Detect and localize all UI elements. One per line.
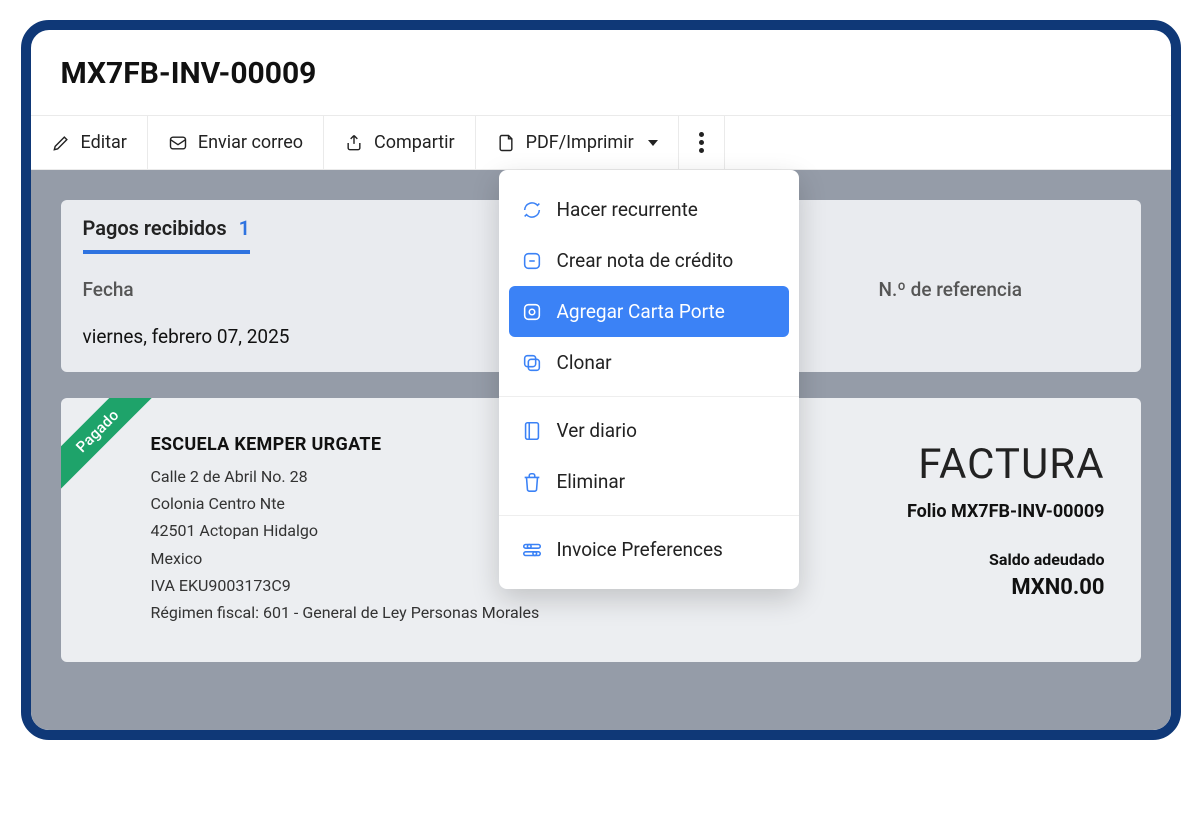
tab-payments-received[interactable]: Pagos recibidos 1 bbox=[83, 216, 251, 254]
pencil-icon bbox=[51, 133, 71, 153]
menu-separator bbox=[499, 396, 799, 397]
doc-type-label: FACTURA bbox=[907, 440, 1105, 489]
menu-create-credit-note[interactable]: Crear nota de crédito bbox=[499, 235, 799, 286]
chevron-down-icon bbox=[648, 140, 658, 146]
share-button[interactable]: Compartir bbox=[324, 116, 476, 169]
issuer-addr3: 42501 Actopan Hidalgo bbox=[151, 517, 540, 544]
refresh-icon bbox=[521, 199, 543, 221]
issuer-name: ESCUELA KEMPER URGATE bbox=[151, 434, 540, 455]
tab-label: Pagos recibidos bbox=[83, 216, 227, 240]
balance-value: MXN0.00 bbox=[907, 575, 1105, 600]
share-icon bbox=[344, 133, 364, 153]
menu-label: Crear nota de crédito bbox=[557, 249, 734, 272]
send-email-button[interactable]: Enviar correo bbox=[148, 116, 324, 169]
issuer-regimen: Régimen fiscal: 601 - General de Ley Per… bbox=[151, 599, 540, 626]
email-label: Enviar correo bbox=[198, 132, 303, 153]
menu-label: Invoice Preferences bbox=[557, 538, 723, 561]
invoice-meta: FACTURA Folio MX7FB-INV-00009 Saldo adeu… bbox=[907, 434, 1105, 626]
book-icon bbox=[521, 420, 543, 442]
copy-icon bbox=[521, 352, 543, 374]
edit-label: Editar bbox=[81, 132, 127, 153]
note-minus-icon bbox=[521, 250, 543, 272]
edit-button[interactable]: Editar bbox=[31, 116, 148, 169]
menu-invoice-preferences[interactable]: Invoice Preferences bbox=[499, 524, 799, 575]
trash-icon bbox=[521, 471, 543, 493]
toolbar: Editar Enviar correo Compartir PDF/Impri… bbox=[31, 116, 1171, 170]
menu-separator bbox=[499, 515, 799, 516]
menu-make-recurring[interactable]: Hacer recurrente bbox=[499, 184, 799, 235]
issuer-addr1: Calle 2 de Abril No. 28 bbox=[151, 463, 540, 490]
col-ref-header: N.º de referencia bbox=[879, 278, 1119, 301]
tab-count: 1 bbox=[239, 216, 250, 240]
issuer-addr4: Mexico bbox=[151, 545, 540, 572]
menu-label: Agregar Carta Porte bbox=[557, 300, 725, 323]
share-label: Compartir bbox=[374, 132, 455, 153]
folio-label: Folio MX7FB-INV-00009 bbox=[907, 501, 1105, 522]
mail-icon bbox=[168, 133, 188, 153]
content-area: Hacer recurrente Crear nota de crédito A… bbox=[31, 170, 1171, 730]
pdf-label: PDF/Imprimir bbox=[526, 132, 634, 153]
menu-delete[interactable]: Eliminar bbox=[499, 456, 799, 507]
issuer-addr2: Colonia Centro Nte bbox=[151, 490, 540, 517]
issuer-tax: IVA EKU9003173C9 bbox=[151, 572, 540, 599]
balance-label: Saldo adeudado bbox=[907, 550, 1105, 569]
sliders-icon bbox=[521, 539, 543, 561]
cell-date: viernes, febrero 07, 2025 bbox=[83, 325, 290, 348]
menu-label: Ver diario bbox=[557, 419, 637, 442]
menu-view-journal[interactable]: Ver diario bbox=[499, 405, 799, 456]
pdf-print-button[interactable]: PDF/Imprimir bbox=[476, 116, 679, 169]
window-frame: MX7FB-INV-00009 Editar Enviar correo Com… bbox=[21, 20, 1181, 740]
carta-porte-icon bbox=[521, 301, 543, 323]
menu-add-carta-porte[interactable]: Agregar Carta Porte bbox=[509, 286, 789, 337]
issuer-block: ESCUELA KEMPER URGATE Calle 2 de Abril N… bbox=[151, 434, 540, 626]
menu-label: Hacer recurrente bbox=[557, 198, 698, 221]
more-dropdown: Hacer recurrente Crear nota de crédito A… bbox=[499, 170, 799, 589]
pdf-icon bbox=[496, 133, 516, 153]
page-title: MX7FB-INV-00009 bbox=[61, 56, 1141, 91]
menu-label: Clonar bbox=[557, 351, 612, 374]
menu-label: Eliminar bbox=[557, 470, 626, 493]
more-menu-button[interactable] bbox=[679, 116, 725, 169]
header: MX7FB-INV-00009 bbox=[31, 30, 1171, 116]
menu-clone[interactable]: Clonar bbox=[499, 337, 799, 388]
